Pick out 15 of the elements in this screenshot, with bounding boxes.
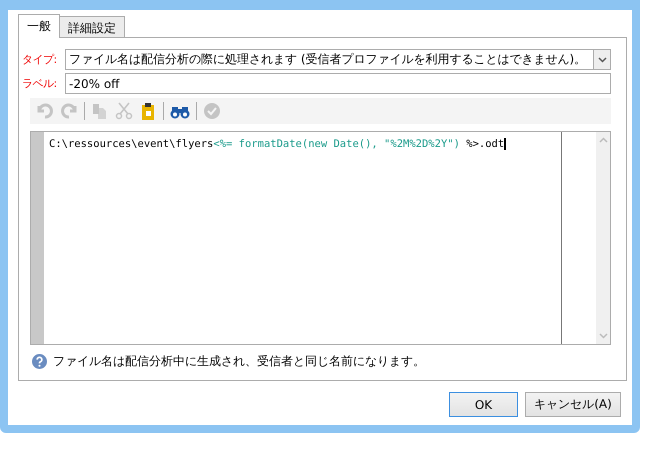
label-input[interactable]: -20% off xyxy=(65,73,611,94)
ok-button[interactable]: OK xyxy=(449,392,518,417)
field-label: タイプ: xyxy=(22,52,58,67)
tab[interactable]: 詳細設定 xyxy=(59,16,125,37)
type-dropdown[interactable]: ファイル名は配信分析の際に処理されます (受信者プロファイルを利用することはできません)。 xyxy=(65,49,611,70)
tab[interactable]: 一般 xyxy=(18,14,60,38)
field-label: ラベル: xyxy=(22,76,58,91)
clipboard-icon[interactable] xyxy=(139,102,157,120)
cancel-button[interactable]: キャンセル(A) xyxy=(525,392,621,417)
chevron-down-icon[interactable] xyxy=(598,56,606,62)
scroll-down-icon[interactable] xyxy=(598,333,608,339)
help-text: ファイル名は配信分析中に生成され、受信者と同じ名前になります。 xyxy=(53,353,425,370)
help-icon xyxy=(32,354,47,369)
scroll-up-icon[interactable] xyxy=(598,137,608,143)
scrollbar[interactable] xyxy=(596,132,610,344)
